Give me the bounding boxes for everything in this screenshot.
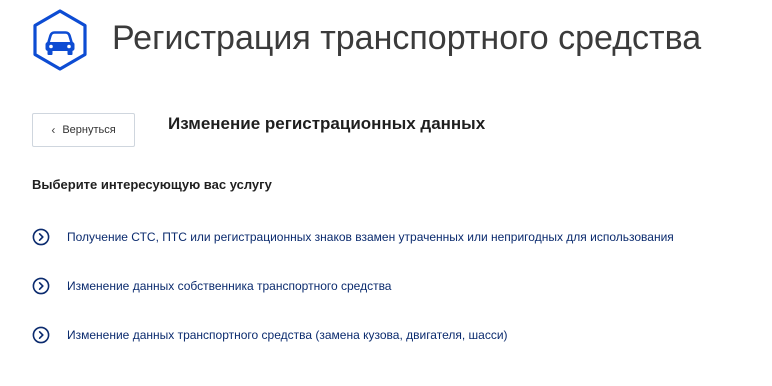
service-link-label: Получение СТС, ПТС или регистрационных з… — [67, 230, 674, 244]
service-logo — [28, 8, 92, 72]
page-title: Регистрация транспортного средства — [112, 19, 702, 57]
service-prompt: Выберите интересующую вас услугу — [32, 177, 272, 192]
service-link-label: Изменение данных собственника транспортн… — [67, 279, 392, 293]
chevron-left-icon: ‹ — [51, 123, 56, 137]
service-link-replacement[interactable]: Получение СТС, ПТС или регистрационных з… — [32, 228, 674, 246]
back-button[interactable]: ‹ Вернуться — [32, 113, 135, 147]
chevron-right-circle-icon — [32, 277, 50, 295]
back-button-label: Вернуться — [62, 124, 116, 136]
chevron-right-circle-icon — [32, 326, 50, 344]
service-link-label: Изменение данных транспортного средства … — [67, 328, 508, 342]
service-link-vehicle-change[interactable]: Изменение данных транспортного средства … — [32, 326, 508, 344]
section-title: Изменение регистрационных данных — [168, 114, 486, 133]
chevron-right-circle-icon — [32, 228, 50, 246]
service-link-owner-change[interactable]: Изменение данных собственника транспортн… — [32, 277, 391, 295]
car-icon — [33, 9, 87, 71]
